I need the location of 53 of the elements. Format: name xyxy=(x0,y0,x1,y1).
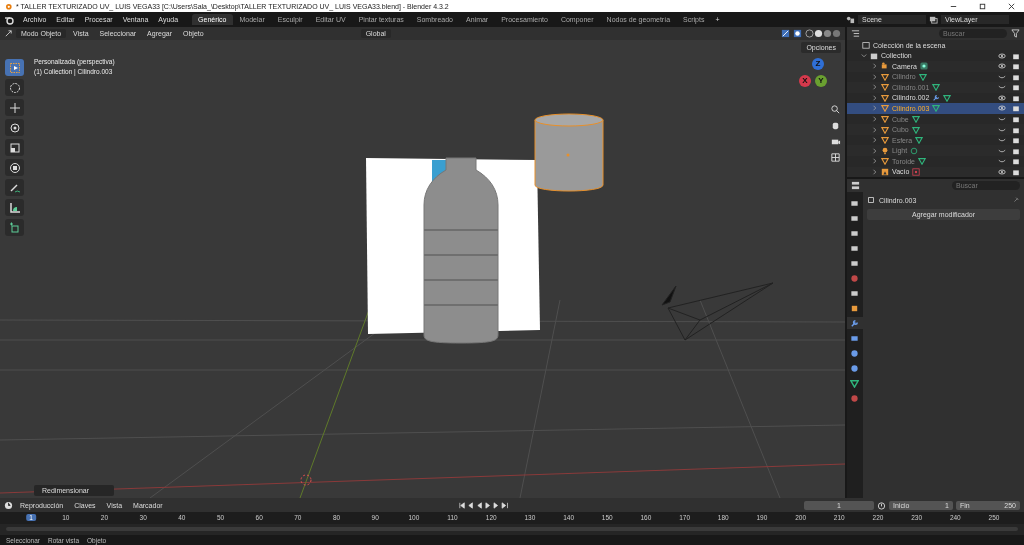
overlay-toggle-icon[interactable] xyxy=(793,29,802,38)
camera-data-icon[interactable] xyxy=(919,62,928,71)
display-mode-icon[interactable] xyxy=(851,28,860,38)
cursor-icon xyxy=(8,81,21,94)
blender-logo-icon[interactable] xyxy=(4,14,14,25)
grid-icon[interactable] xyxy=(830,152,841,163)
rotate-icon xyxy=(8,121,21,134)
empty-object-icon xyxy=(881,167,889,176)
z-axis-handle[interactable]: Z xyxy=(812,58,824,70)
object-icon xyxy=(867,196,875,204)
tool-button[interactable] xyxy=(5,59,24,76)
wrench-icon[interactable] xyxy=(932,93,941,102)
light-data-icon[interactable] xyxy=(910,146,919,155)
mesh-data-icon[interactable] xyxy=(917,157,926,166)
select-box-icon xyxy=(8,61,21,74)
maximize-icon[interactable] xyxy=(978,1,987,11)
clock-icon[interactable] xyxy=(4,500,13,510)
x-axis-handle[interactable]: X xyxy=(799,75,811,87)
zoom-icon[interactable] xyxy=(830,104,841,115)
scale-icon xyxy=(8,141,21,154)
tool-button[interactable] xyxy=(5,79,24,96)
eye-icon[interactable] xyxy=(998,104,1006,113)
eye-icon[interactable] xyxy=(998,167,1006,176)
stopwatch-icon[interactable] xyxy=(877,500,886,510)
tab-icon xyxy=(850,318,859,328)
properties-tab[interactable] xyxy=(847,317,863,329)
eye-icon[interactable] xyxy=(998,93,1006,102)
eye-icon[interactable] xyxy=(998,62,1006,71)
gizmo-toggle-icon[interactable] xyxy=(781,29,790,38)
close-icon[interactable] xyxy=(1007,1,1016,11)
image-icon[interactable] xyxy=(912,167,921,176)
tool-button[interactable] xyxy=(5,119,24,136)
camera-object-icon xyxy=(881,62,889,71)
cube-icon xyxy=(8,221,21,234)
editor-type-icon[interactable] xyxy=(4,29,13,38)
y-axis-handle[interactable]: Y xyxy=(815,75,827,87)
ruler-icon xyxy=(8,201,21,214)
filter-icon[interactable] xyxy=(1011,28,1020,38)
tool-button[interactable] xyxy=(5,199,24,216)
layers-icon[interactable] xyxy=(929,15,938,24)
tool-button[interactable] xyxy=(5,179,24,196)
transform-icon xyxy=(8,161,21,174)
pencil-icon xyxy=(8,181,21,194)
tool-button[interactable] xyxy=(5,139,24,156)
eye-icon[interactable] xyxy=(998,51,1006,60)
editor-type-icon[interactable] xyxy=(851,181,860,190)
shading-icon[interactable] xyxy=(805,29,841,38)
mesh-object-icon xyxy=(881,157,889,166)
scene-icon[interactable] xyxy=(846,15,855,24)
3d-cursor-icon xyxy=(300,474,312,486)
move-icon xyxy=(8,101,21,114)
bulb-icon xyxy=(881,146,889,155)
tool-button[interactable] xyxy=(5,159,24,176)
